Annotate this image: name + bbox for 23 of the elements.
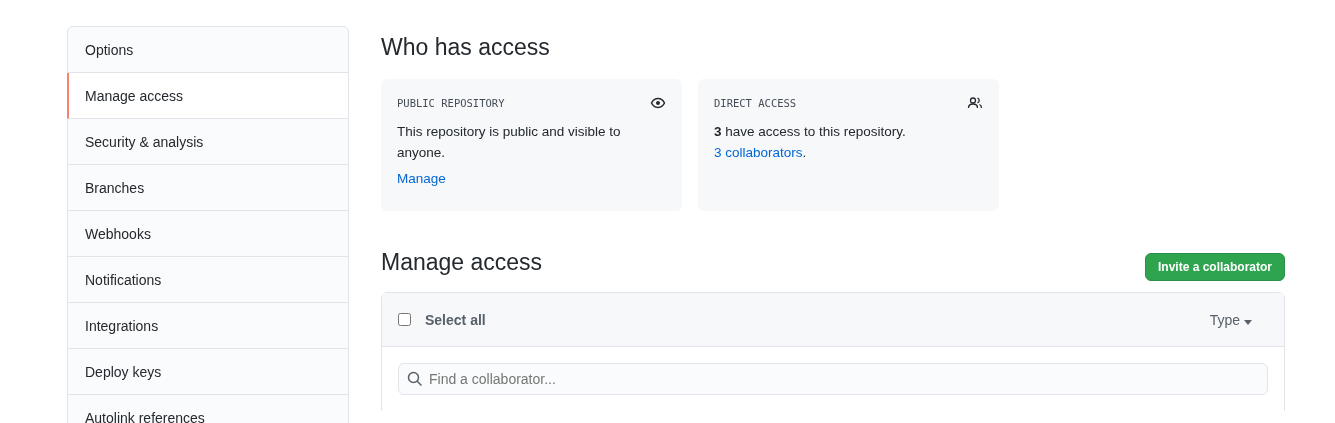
sidebar-item[interactable]: Integrations	[67, 303, 348, 349]
search-field[interactable]: Find a collaborator...	[398, 363, 1268, 395]
select-all-checkbox[interactable]	[398, 313, 411, 326]
type-filter[interactable]: Type	[1209, 311, 1268, 328]
sidebar-item[interactable]: Branches	[67, 165, 348, 211]
card-text: This repository is public and visible to anyone.	[397, 123, 622, 162]
select-all-label: Select all	[425, 311, 487, 328]
collaborators-link[interactable]: 3 collaborators	[714, 145, 803, 160]
card-heading: DIRECT ACCESS	[714, 97, 797, 109]
manage-link[interactable]: Manage	[397, 171, 446, 186]
caret-icon	[1244, 319, 1252, 325]
sidebar-item[interactable]: Notifications	[67, 257, 348, 303]
sidebar-item[interactable]: Webhooks	[67, 211, 348, 257]
section-title: Who has access	[381, 34, 551, 61]
eye-icon	[650, 95, 666, 111]
section-title: Manage access	[381, 249, 543, 276]
sidebar-item[interactable]: Autolink references	[67, 395, 348, 423]
card-text: 3 have access to this repository. 3 collaborators.	[714, 123, 907, 162]
sidebar-item[interactable]: Deploy keys	[67, 349, 348, 395]
people-icon	[967, 95, 983, 111]
sidebar-item[interactable]: Manage access	[67, 73, 348, 119]
sidebar-item[interactable]: Security & analysis	[67, 119, 348, 165]
card-heading: PUBLIC REPOSITORY	[397, 97, 505, 109]
